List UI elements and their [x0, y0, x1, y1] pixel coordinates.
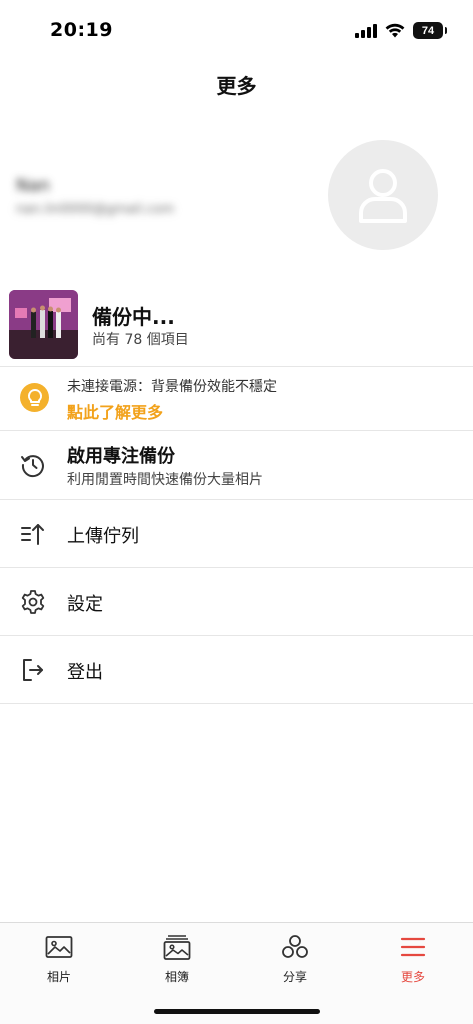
- settings-label: 設定: [67, 594, 103, 615]
- tab-photos-label: 相片: [46, 970, 71, 984]
- profile-name: Nan: [16, 176, 50, 196]
- share-icon: [282, 935, 308, 958]
- profile-section[interactable]: Nan nan.lin0000@gmail.com: [0, 128, 473, 268]
- battery-level: 74: [421, 24, 435, 37]
- photo-icon: [45, 936, 73, 958]
- person-icon: [359, 169, 407, 223]
- focus-backup-item[interactable]: 啟用專注備份 利用閒置時間快速備份大量相片: [0, 431, 473, 499]
- tab-photos[interactable]: 相片: [0, 933, 118, 985]
- status-icons: 74: [355, 22, 447, 39]
- backup-remaining-count: 尚有 78 個項目: [92, 332, 189, 348]
- upload-queue-label: 上傳佇列: [67, 526, 139, 547]
- tab-albums-label: 相簿: [164, 970, 189, 984]
- divider: [0, 703, 473, 704]
- backup-thumbnail: [9, 290, 78, 359]
- upload-queue-item[interactable]: 上傳佇列: [0, 500, 473, 568]
- tab-share-label: 分享: [282, 970, 307, 984]
- notice-text: 未連接電源：背景備份效能不穩定: [67, 379, 277, 395]
- tab-albums[interactable]: 相簿: [118, 933, 236, 985]
- backup-status-card[interactable]: 備份中... 尚有 78 個項目: [0, 287, 473, 365]
- logout-icon: [23, 659, 43, 681]
- logout-label: 登出: [67, 662, 103, 683]
- upload-queue-icon: [21, 524, 44, 545]
- learn-more-link[interactable]: 點此了解更多: [67, 399, 163, 423]
- profile-email: nan.lin0000@gmail.com: [16, 202, 175, 217]
- settings-item[interactable]: 設定: [0, 568, 473, 636]
- tab-more[interactable]: 更多: [354, 933, 472, 985]
- home-indicator[interactable]: [154, 1009, 320, 1014]
- focus-backup-title: 啟用專注備份: [67, 446, 175, 467]
- album-icon: [163, 935, 191, 960]
- tab-share[interactable]: 分享: [236, 933, 354, 985]
- history-icon: [21, 455, 44, 478]
- cellular-signal-icon: [355, 23, 377, 38]
- menu-icon: [400, 937, 426, 957]
- wifi-icon: [385, 23, 405, 38]
- avatar[interactable]: [328, 140, 438, 250]
- gear-icon: [21, 590, 45, 614]
- lightbulb-icon: [20, 383, 49, 412]
- status-time: 20:19: [50, 19, 113, 41]
- battery-icon: 74: [413, 22, 447, 39]
- logout-item[interactable]: 登出: [0, 636, 473, 704]
- backup-title: 備份中...: [92, 305, 175, 329]
- status-bar: 20:19 74: [0, 0, 473, 62]
- power-notice[interactable]: 未連接電源：背景備份效能不穩定 點此了解更多: [0, 367, 473, 429]
- page-title: 更多: [216, 74, 257, 98]
- tab-more-label: 更多: [400, 970, 425, 984]
- focus-backup-subtitle: 利用閒置時間快速備份大量相片: [67, 472, 263, 488]
